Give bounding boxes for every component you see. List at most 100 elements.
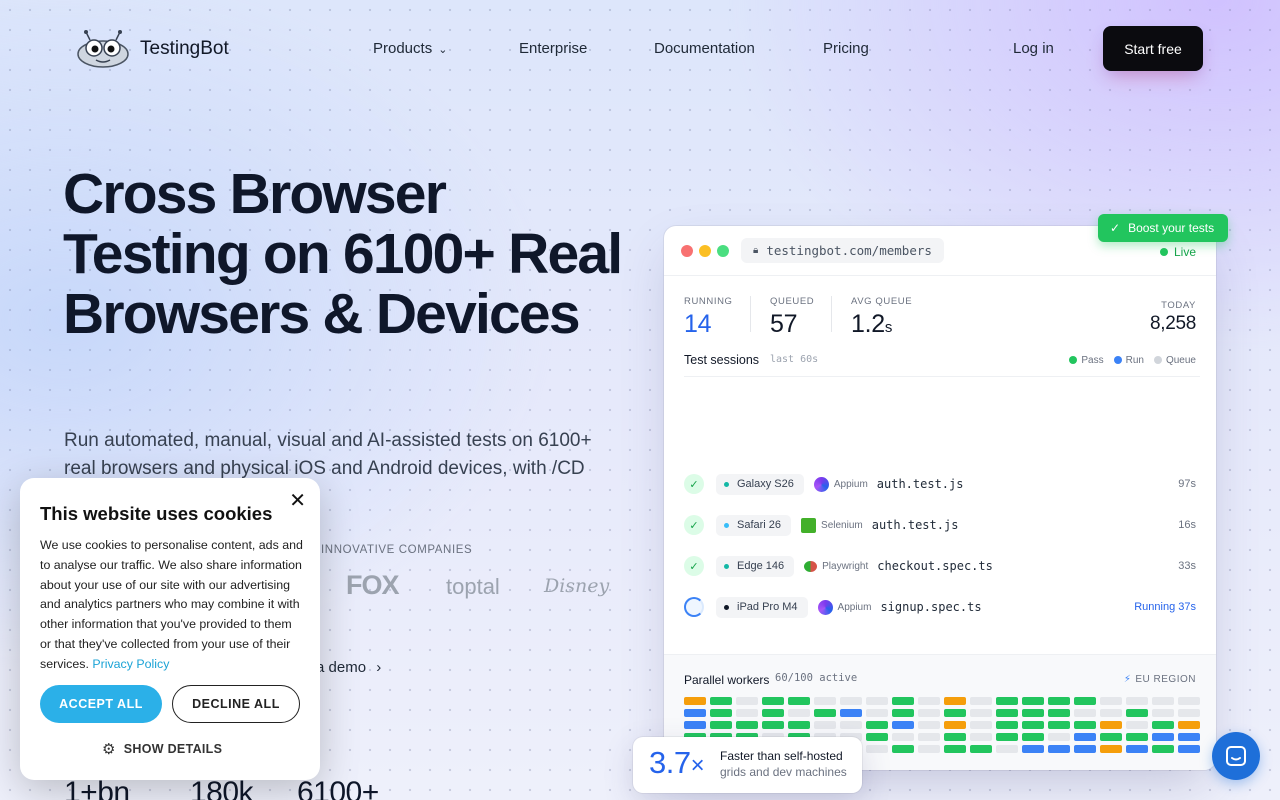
worker-cell xyxy=(866,721,888,729)
cookie-body: We use cookies to personalise content, a… xyxy=(40,536,306,675)
worker-cell xyxy=(918,733,940,741)
speed-line1: Faster than self-hosted xyxy=(720,749,843,763)
metric-value: 14 xyxy=(684,310,712,338)
nav-products[interactable]: Products ⌄ xyxy=(373,40,447,57)
worker-cell xyxy=(1074,745,1096,753)
test-file: auth.test.js xyxy=(871,518,959,532)
check-icon: ✓ xyxy=(684,474,704,494)
top-nav: TestingBot Products ⌄ Enterprise Document… xyxy=(0,0,1280,96)
worker-cell xyxy=(1074,721,1096,729)
worker-cell xyxy=(1100,745,1122,753)
worker-cell xyxy=(684,709,706,717)
book-demo-link[interactable]: a demo › xyxy=(316,659,381,676)
test-file: checkout.spec.ts xyxy=(877,559,993,573)
appium-icon xyxy=(813,476,829,492)
live-label: Live xyxy=(1173,245,1196,259)
sessions-legend: Pass Run Queue xyxy=(1069,355,1196,366)
worker-cell xyxy=(1074,709,1096,717)
worker-cell xyxy=(1022,721,1044,729)
test-duration: 97s xyxy=(1178,478,1196,490)
metric-value-wrap: 1.2s xyxy=(851,310,912,339)
metric-label: TODAY xyxy=(1161,300,1196,311)
worker-cell xyxy=(1152,733,1174,741)
cookie-title: This website uses cookies xyxy=(40,503,273,524)
metric-running: RUNNING 14 xyxy=(684,296,733,339)
worker-cell xyxy=(684,721,706,729)
trusted-by-label: INNOVATIVE COMPANIES xyxy=(321,544,473,556)
worker-cell xyxy=(736,697,758,705)
speed-value: 3.7 xyxy=(649,745,691,780)
boost-badge: ✓ Boost your tests xyxy=(1098,214,1229,242)
worker-cell xyxy=(710,721,732,729)
device-badge: Galaxy S26 xyxy=(716,473,804,495)
session-row[interactable]: ✓ Galaxy S26 Appium auth.test.js 97s xyxy=(684,472,1196,496)
metric-value: 57 xyxy=(770,310,798,338)
worker-cell xyxy=(788,709,810,717)
privacy-policy-link[interactable]: Privacy Policy xyxy=(92,657,169,671)
worker-cell xyxy=(814,721,836,729)
logo[interactable]: TestingBot xyxy=(76,30,229,68)
nav-enterprise[interactable]: Enterprise xyxy=(519,40,587,57)
session-row[interactable]: iPad Pro M4 Appium signup.spec.ts Runnin… xyxy=(684,595,1196,619)
show-details-label: SHOW DETAILS xyxy=(123,742,223,756)
worker-cell xyxy=(788,721,810,729)
close-icon[interactable]: ✕ xyxy=(289,488,306,513)
worker-cell xyxy=(996,733,1018,741)
chat-launcher-button[interactable] xyxy=(1212,732,1260,780)
worker-cell xyxy=(762,709,784,717)
worker-cell xyxy=(840,721,862,729)
chevron-right-icon: › xyxy=(376,659,382,676)
worker-cell xyxy=(892,709,914,717)
logo-text: TestingBot xyxy=(140,38,229,59)
session-row[interactable]: ✓ Edge 146 Playwright checkout.spec.ts 3… xyxy=(684,554,1196,578)
accept-all-button[interactable]: ACCEPT ALL xyxy=(40,685,162,723)
worker-cell xyxy=(918,697,940,705)
worker-cell xyxy=(970,709,992,717)
worker-cell xyxy=(944,733,966,741)
decline-all-button[interactable]: DECLINE ALL xyxy=(172,685,300,723)
device-badge: Safari 26 xyxy=(716,514,792,536)
playwright-icon xyxy=(804,560,818,572)
selenium-icon xyxy=(801,517,817,533)
worker-cell xyxy=(970,697,992,705)
nav-pricing[interactable]: Pricing xyxy=(823,40,869,57)
worker-cell xyxy=(1074,733,1096,741)
test-duration: Running 37s xyxy=(1134,601,1196,613)
worker-cell xyxy=(996,709,1018,717)
worker-cell xyxy=(1048,721,1070,729)
worker-cell xyxy=(892,697,914,705)
worker-cell xyxy=(1126,733,1148,741)
worker-cell xyxy=(944,721,966,729)
test-file: auth.test.js xyxy=(876,477,964,491)
nav-products-label: Products xyxy=(373,40,433,57)
worker-cell xyxy=(1048,745,1070,753)
worker-cell xyxy=(944,697,966,705)
worker-cell xyxy=(684,697,706,705)
speed-badge: 3.7× Faster than self-hosted grids and d… xyxy=(633,737,862,793)
session-row[interactable]: ✓ Safari 26 Selenium auth.test.js 16s xyxy=(684,513,1196,537)
cookie-text: We use cookies to personalise content, a… xyxy=(40,538,303,671)
metric-divider xyxy=(831,296,832,332)
chevron-down-icon: ⌄ xyxy=(438,44,448,56)
nav-documentation[interactable]: Documentation xyxy=(654,40,755,57)
worker-cell xyxy=(1152,697,1174,705)
test-duration: 33s xyxy=(1178,560,1196,572)
worker-cell xyxy=(736,721,758,729)
test-file: signup.spec.ts xyxy=(880,600,982,614)
show-details-button[interactable]: ⚙ SHOW DETAILS xyxy=(102,740,222,758)
metric-label: RUNNING xyxy=(684,296,733,307)
legend-pass: Pass xyxy=(1069,355,1104,366)
brand-logo-disney: Disney xyxy=(544,575,610,597)
divider xyxy=(684,376,1200,377)
start-free-button[interactable]: Start free xyxy=(1103,26,1203,71)
worker-cell xyxy=(944,745,966,753)
worker-cell xyxy=(1100,733,1122,741)
appium-icon xyxy=(817,599,833,615)
worker-cell xyxy=(970,745,992,753)
worker-cell xyxy=(866,709,888,717)
check-icon: ✓ xyxy=(1110,221,1121,235)
check-icon: ✓ xyxy=(684,515,704,535)
region-label: ⚡︎ EU REGION xyxy=(1123,674,1196,685)
worker-cell xyxy=(1152,721,1174,729)
login-link[interactable]: Log in xyxy=(1013,40,1054,57)
